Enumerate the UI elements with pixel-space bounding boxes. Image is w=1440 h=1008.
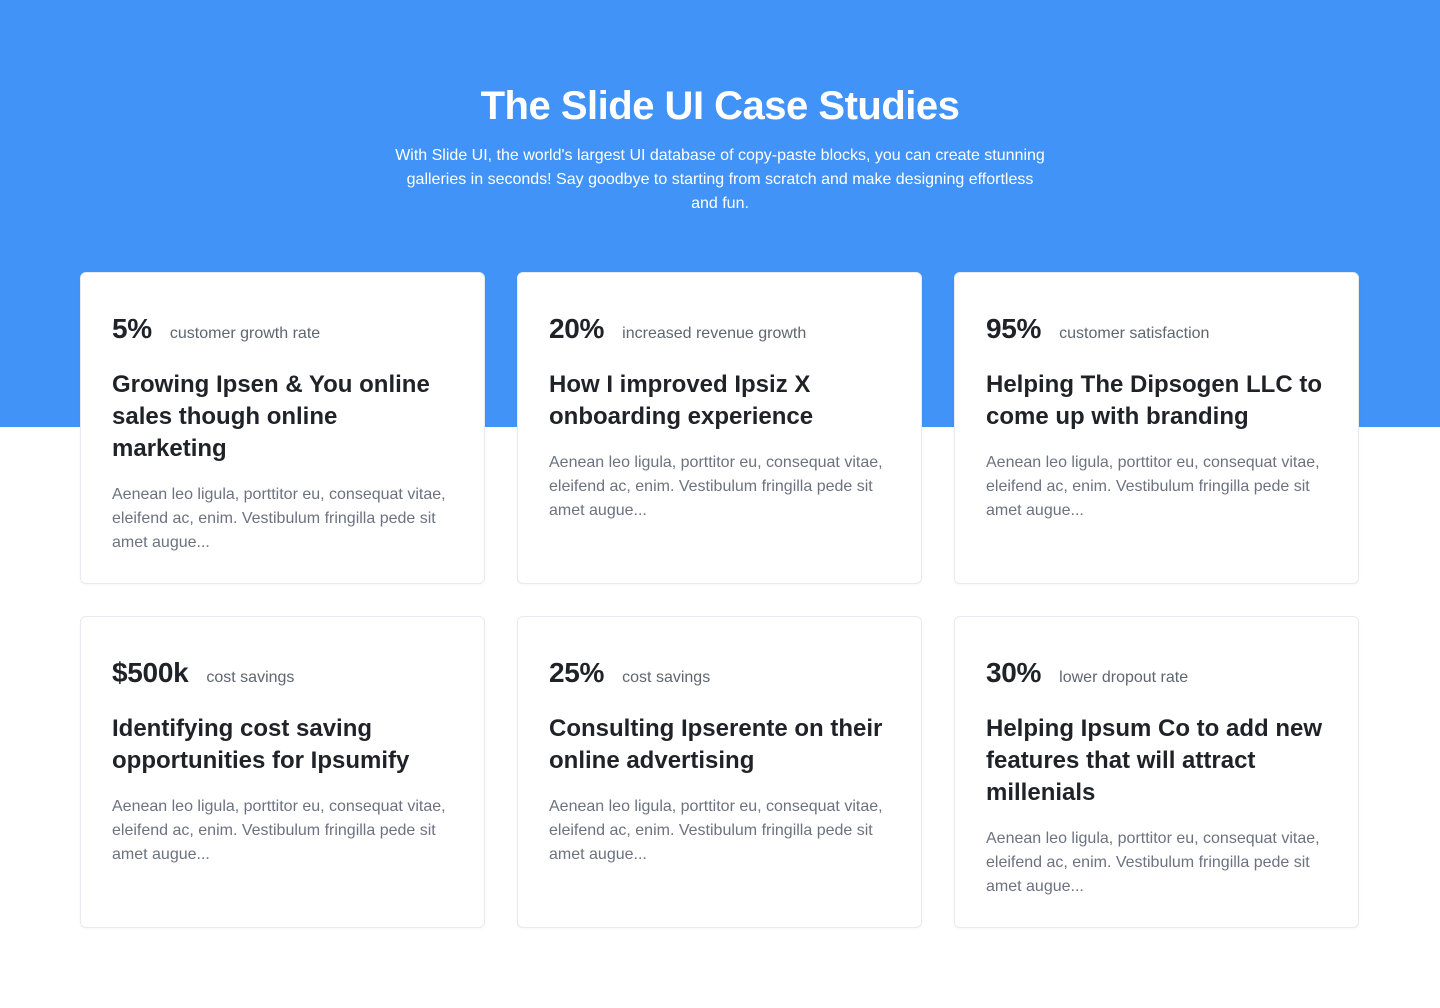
stat-value: 30% bbox=[986, 657, 1042, 688]
stat-label: cost savings bbox=[206, 669, 295, 686]
stat-value: 5% bbox=[112, 313, 152, 344]
card-title[interactable]: Growing Ipsen & You online sales though … bbox=[112, 369, 453, 465]
card-title[interactable]: Consulting Ipserente on their online adv… bbox=[549, 713, 890, 777]
card-description: Aenean leo ligula, porttitor eu, consequ… bbox=[112, 798, 446, 863]
case-study-card[interactable]: 25% cost savings Consulting Ipserente on… bbox=[517, 616, 922, 928]
card-description: Aenean leo ligula, porttitor eu, consequ… bbox=[549, 798, 883, 863]
stat-label: increased revenue growth bbox=[622, 325, 807, 342]
stat-label: customer satisfaction bbox=[1059, 325, 1210, 342]
stat-row: $500k cost savings bbox=[112, 657, 453, 689]
case-study-card[interactable]: $500k cost savings Identifying cost savi… bbox=[80, 616, 485, 928]
stat-label: customer growth rate bbox=[169, 325, 321, 342]
page-subtitle: With Slide UI, the world's largest UI da… bbox=[395, 147, 1045, 212]
case-study-card[interactable]: 20% increased revenue growth How I impro… bbox=[517, 272, 922, 584]
page-title: The Slide UI Case Studies bbox=[480, 84, 960, 128]
card-title[interactable]: How I improved Ipsiz X onboarding experi… bbox=[549, 369, 890, 433]
stat-value: $500k bbox=[112, 657, 189, 688]
case-study-card[interactable]: 95% customer satisfaction Helping The Di… bbox=[954, 272, 1359, 584]
stat-value: 20% bbox=[549, 313, 605, 344]
case-study-card[interactable]: 5% customer growth rate Growing Ipsen & … bbox=[80, 272, 485, 584]
stat-row: 95% customer satisfaction bbox=[986, 313, 1327, 345]
card-description: Aenean leo ligula, porttitor eu, consequ… bbox=[112, 486, 446, 551]
card-title[interactable]: Helping The Dipsogen LLC to come up with… bbox=[986, 369, 1327, 433]
card-description: Aenean leo ligula, porttitor eu, consequ… bbox=[549, 454, 883, 519]
card-description: Aenean leo ligula, porttitor eu, consequ… bbox=[986, 830, 1320, 895]
stat-row: 25% cost savings bbox=[549, 657, 890, 689]
stat-label: lower dropout rate bbox=[1059, 669, 1189, 686]
case-study-grid: 5% customer growth rate Growing Ipsen & … bbox=[80, 272, 1360, 928]
stat-row: 5% customer growth rate bbox=[112, 313, 453, 345]
case-studies-page: The Slide UI Case Studies With Slide UI,… bbox=[0, 0, 1440, 1008]
stat-value: 95% bbox=[986, 313, 1042, 344]
stat-row: 30% lower dropout rate bbox=[986, 657, 1327, 689]
card-description: Aenean leo ligula, porttitor eu, consequ… bbox=[986, 454, 1320, 519]
card-title[interactable]: Helping Ipsum Co to add new features tha… bbox=[986, 713, 1327, 809]
card-title[interactable]: Identifying cost saving opportunities fo… bbox=[112, 713, 453, 777]
stat-value: 25% bbox=[549, 657, 605, 688]
stat-label: cost savings bbox=[622, 669, 711, 686]
stat-row: 20% increased revenue growth bbox=[549, 313, 890, 345]
case-study-card[interactable]: 30% lower dropout rate Helping Ipsum Co … bbox=[954, 616, 1359, 928]
